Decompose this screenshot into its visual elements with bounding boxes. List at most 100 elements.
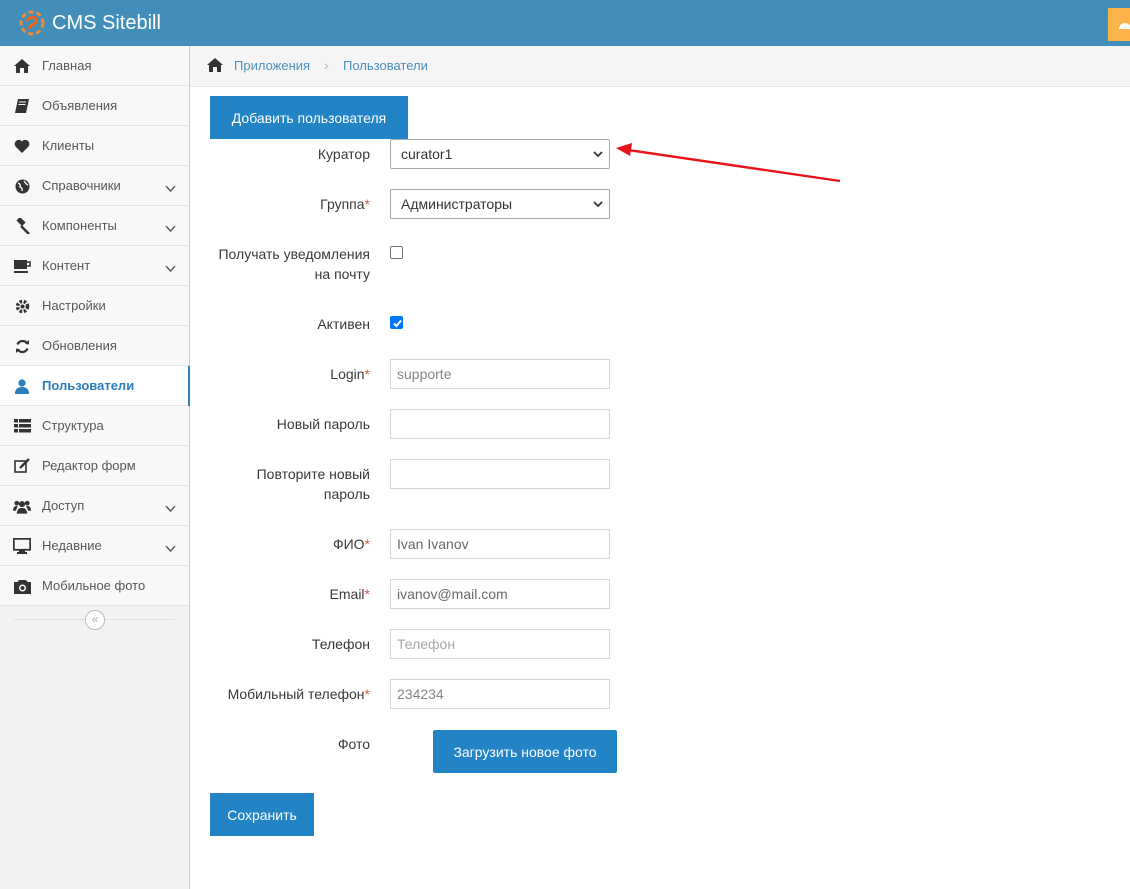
sidebar: Главная Объявления Клиенты Справочники Компо…	[0, 46, 190, 889]
sidebar-item[interactable]: Контент	[0, 246, 189, 286]
breadcrumb-link-users[interactable]: Пользователи	[343, 58, 428, 73]
double-chevron-left-icon[interactable]: «	[85, 610, 105, 630]
chevron-down-icon[interactable]	[165, 500, 176, 516]
mobile-field[interactable]: 234234	[390, 679, 610, 709]
sidebar-item[interactable]: Структура	[0, 406, 189, 446]
notify-label: Получать уведомления на почту	[190, 244, 370, 284]
repeat-password-label: Повторите новый пароль	[190, 464, 370, 504]
sidebar-item[interactable]: Мобильное фото	[0, 566, 189, 606]
login-field[interactable]: supporte	[390, 359, 610, 389]
login-label-text: Login	[330, 366, 365, 382]
sidebar-item-label: Пользователи	[42, 378, 135, 393]
photo-label-text: Фото	[337, 736, 370, 752]
sidebar-item-label: Редактор форм	[42, 458, 136, 473]
add-user-button[interactable]: Добавить пользователя	[210, 96, 408, 139]
phone-label-text: Телефон	[311, 636, 370, 652]
sidebar-item[interactable]: Недавние	[0, 526, 189, 566]
required-mark: *	[364, 366, 370, 382]
fio-label-text: ФИО	[332, 536, 365, 552]
email-field[interactable]: ivanov@mail.com	[390, 579, 610, 609]
sidebar-item-label: Мобильное фото	[42, 578, 146, 593]
active-label: Активен	[190, 314, 370, 334]
sidebar-item-label: Клиенты	[42, 138, 95, 153]
edit-icon	[13, 457, 31, 475]
home-icon[interactable]	[206, 57, 224, 73]
refresh-icon	[13, 337, 31, 355]
brand-title: CMS Sitebill	[52, 11, 161, 34]
save-button[interactable]: Сохранить	[210, 793, 314, 836]
notify-label-line2: на почту	[314, 266, 370, 282]
curator-label-text: Куратор	[317, 146, 370, 162]
sidebar-item[interactable]: Обновления	[0, 326, 189, 366]
sidebar-item-label: Главная	[42, 58, 92, 73]
sidebar-item[interactable]: Клиенты	[0, 126, 189, 166]
sidebar-item-label: Обновления	[42, 338, 117, 353]
logo-icon	[19, 10, 45, 36]
camera-icon	[13, 577, 31, 595]
brand[interactable]: CMS Sitebill	[18, 8, 161, 38]
active-checkbox[interactable]	[390, 316, 403, 329]
group-label: Группа*	[190, 194, 370, 214]
sidebar-item-label: Структура	[42, 418, 104, 433]
heart-icon	[13, 137, 31, 155]
curator-label: Куратор	[190, 144, 370, 164]
chevron-down-icon[interactable]	[165, 540, 176, 556]
sidebar-item[interactable]: Доступ	[0, 486, 189, 526]
sidebar-item[interactable]: Пользователи	[0, 366, 190, 406]
login-label: Login*	[190, 364, 370, 384]
required-mark: *	[364, 196, 370, 212]
sidebar-item[interactable]: Объявления	[0, 86, 189, 126]
breadcrumb: Приложения › Пользователи	[190, 46, 1130, 87]
sidebar-item-label: Контент	[42, 258, 91, 273]
sidebar-item-label: Недавние	[42, 538, 102, 553]
settings-toggle-button[interactable]	[1108, 8, 1130, 41]
chevron-down-icon	[165, 265, 176, 273]
fio-field[interactable]: Ivan Ivanov	[390, 529, 610, 559]
group-label-text: Группа	[320, 196, 365, 212]
annotation-arrow	[616, 143, 841, 183]
sidebar-item[interactable]: Главная	[0, 46, 189, 86]
book-icon	[13, 97, 31, 115]
chevron-down-icon[interactable]	[165, 180, 176, 196]
user-icon	[13, 377, 31, 395]
sidebar-item[interactable]: Компоненты	[0, 206, 189, 246]
sidebar-nav: Главная Объявления Клиенты Справочники Компо…	[0, 46, 190, 606]
email-label-text: Email	[329, 586, 365, 602]
sidebar-item-label: Компоненты	[42, 218, 117, 233]
cog-icon	[13, 297, 31, 315]
new-password-label-text: Новый пароль	[276, 416, 370, 432]
coffee-icon	[13, 257, 31, 275]
users-icon	[13, 497, 31, 515]
checkmark-icon	[393, 319, 402, 328]
phone-field[interactable]: Телефон	[390, 629, 610, 659]
sidebar-item-label: Объявления	[42, 98, 118, 113]
group-select-value: Администраторы	[401, 196, 513, 212]
sidebar-item-label: Справочники	[42, 178, 121, 193]
breadcrumb-separator-icon: ›	[324, 57, 329, 73]
repeat-password-field[interactable]	[390, 459, 610, 489]
notify-checkbox[interactable]	[390, 246, 403, 259]
chevron-down-icon	[593, 201, 603, 208]
chevron-down-icon[interactable]	[165, 260, 176, 276]
curator-select[interactable]: curator1	[390, 139, 610, 169]
chevron-down-icon	[165, 225, 176, 233]
upload-photo-button[interactable]: Загрузить новое фото	[433, 730, 617, 773]
mobile-label-text: Мобильный телефон	[227, 686, 365, 702]
group-select[interactable]: Администраторы	[390, 189, 610, 219]
top-navbar: CMS Sitebill	[0, 0, 1130, 46]
chevron-down-icon	[165, 545, 176, 553]
home-icon	[13, 57, 31, 75]
sidebar-item[interactable]: Настройки	[0, 286, 189, 326]
sidebar-item-label: Доступ	[42, 498, 85, 513]
desktop-icon	[13, 537, 31, 555]
repeat-password-label-line1: Повторите новый	[256, 466, 370, 482]
chevron-down-icon	[165, 505, 176, 513]
sidebar-item-label: Настройки	[42, 298, 106, 313]
breadcrumb-link-apps[interactable]: Приложения	[234, 58, 310, 73]
sidebar-item[interactable]: Справочники	[0, 166, 189, 206]
chevron-down-icon[interactable]	[165, 220, 176, 236]
chevron-down-icon	[165, 185, 176, 193]
sidebar-item[interactable]: Редактор форм	[0, 446, 189, 486]
repeat-password-label-line2: пароль	[323, 486, 370, 502]
new-password-field[interactable]	[390, 409, 610, 439]
